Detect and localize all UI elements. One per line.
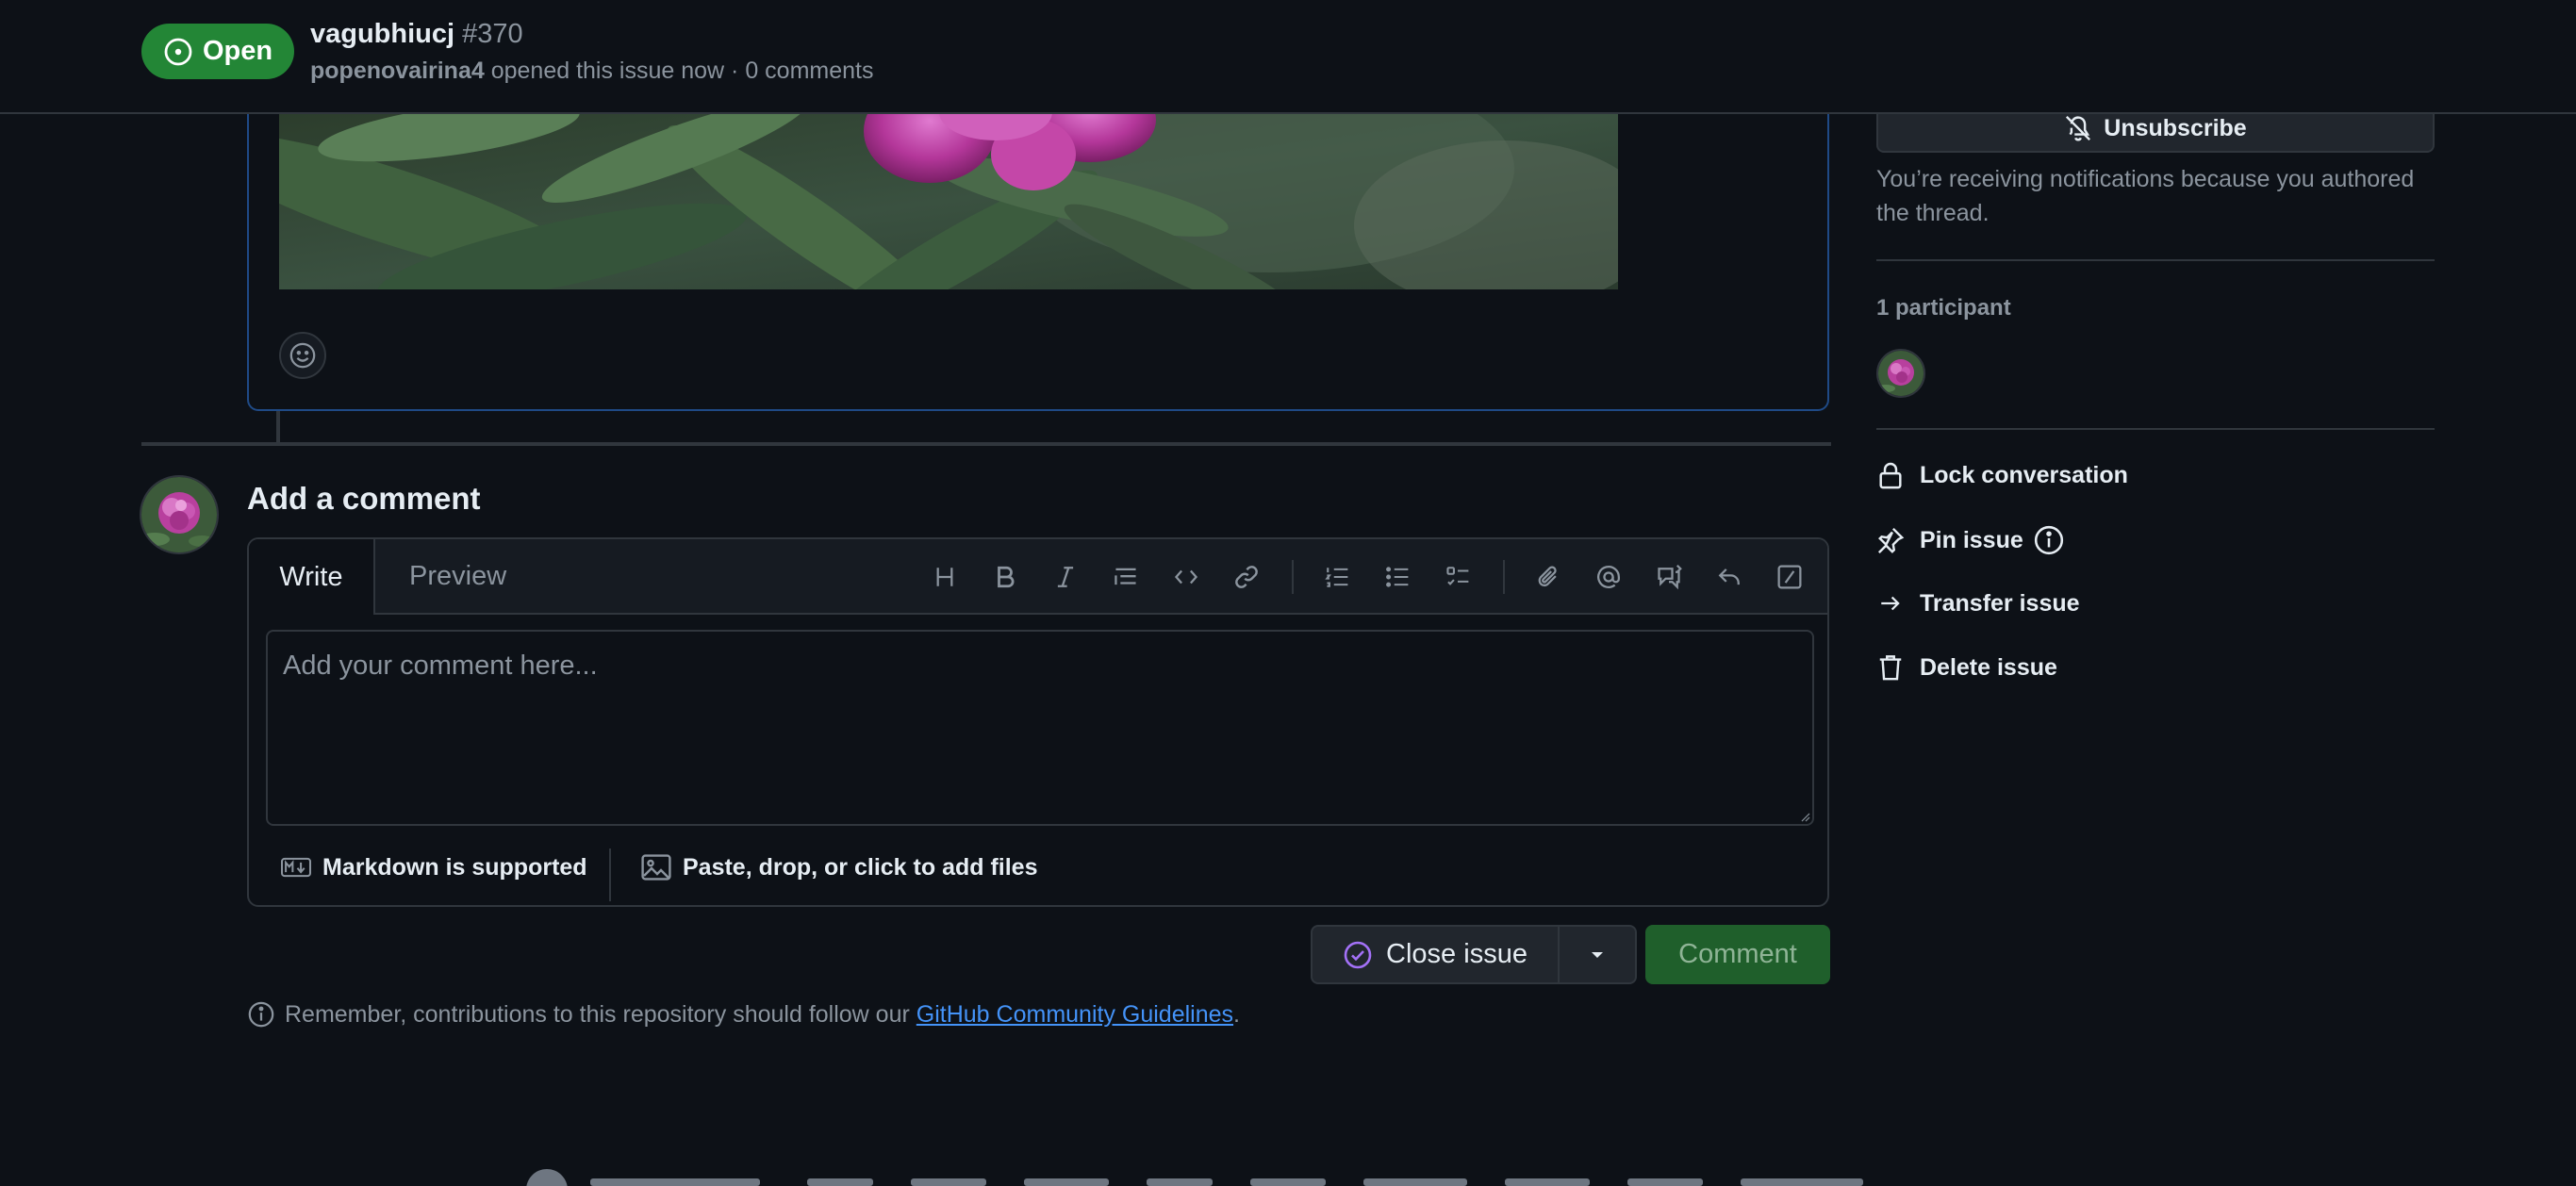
reply-icon[interactable]: [1710, 558, 1748, 596]
participant-avatar[interactable]: [1876, 349, 1925, 398]
comment-button[interactable]: Comment: [1645, 925, 1830, 984]
issue-meta-text: opened this issue now · 0 comments: [490, 58, 874, 84]
markdown-supported-link[interactable]: Markdown is supported: [281, 837, 587, 898]
issue-state-label: Open: [202, 36, 273, 66]
transfer-issue-button[interactable]: Transfer issue: [1876, 589, 2080, 618]
pin-issue-button[interactable]: Pin issue: [1876, 524, 2065, 556]
info-icon: [247, 1000, 275, 1029]
contribution-guidelines-notice: Remember, contributions to this reposito…: [247, 1000, 1240, 1029]
ordered-list-icon[interactable]: [1318, 558, 1356, 596]
page-footer: [524, 1169, 2033, 1186]
code-icon[interactable]: [1167, 558, 1205, 596]
smiley-icon: [289, 341, 317, 370]
notification-reason: You’re receiving notifications because y…: [1876, 166, 2415, 226]
lock-conversation-button[interactable]: Lock conversation: [1876, 461, 2128, 489]
resize-handle[interactable]: [1799, 811, 1810, 822]
toolbar-divider: [1503, 560, 1505, 594]
timeline-line: [276, 411, 280, 443]
issue-title-text[interactable]: vagubhiucj: [310, 19, 454, 49]
issue-number: #370: [462, 19, 523, 49]
close-issue-button[interactable]: Close issue: [1313, 927, 1560, 982]
composer-title: Add a comment: [247, 481, 481, 516]
issue-opened-icon: [163, 37, 193, 67]
guidelines-suffix: .: [1233, 1000, 1240, 1028]
comment-input[interactable]: [266, 630, 1814, 826]
slash-command-icon[interactable]: [1771, 558, 1808, 596]
markdown-label[interactable]: Markdown is supported: [322, 854, 587, 881]
issue-title[interactable]: vagubhiucj #370: [310, 19, 523, 50]
close-issue-button-group: Close issue: [1311, 925, 1637, 984]
add-reaction-button[interactable]: [279, 332, 326, 379]
tab-write[interactable]: Write: [249, 539, 375, 615]
footer-divider: [609, 848, 611, 901]
guidelines-text: Remember, contributions to this reposito…: [285, 1000, 910, 1028]
arrow-right-icon: [1876, 589, 1905, 618]
avatar[interactable]: [140, 475, 219, 554]
composer-tab-bar: Write Preview: [249, 539, 1827, 615]
transfer-issue-label[interactable]: Transfer issue: [1920, 590, 2080, 618]
participants-heading: 1 participant: [1876, 295, 2011, 321]
sidebar-divider: [1876, 259, 2435, 261]
image-icon: [641, 854, 671, 881]
pin-icon: [1876, 526, 1905, 554]
issue-state-badge: Open: [141, 24, 294, 79]
issue-author-link[interactable]: popenovairina4: [310, 58, 485, 84]
attach-icon[interactable]: [1529, 558, 1567, 596]
unordered-list-icon[interactable]: [1379, 558, 1416, 596]
sticky-issue-header: Open vagubhiucj #370 popenovairina4 opene…: [0, 0, 2576, 114]
community-guidelines-link[interactable]: GitHub Community Guidelines: [916, 1001, 1233, 1028]
triangle-down-icon: [1589, 950, 1606, 960]
info-icon[interactable]: [2033, 524, 2065, 556]
trash-icon: [1876, 653, 1905, 682]
bold-icon[interactable]: [986, 558, 1024, 596]
sidebar-divider: [1876, 428, 2435, 430]
italic-icon[interactable]: [1047, 558, 1084, 596]
unsubscribe-label[interactable]: Unsubscribe: [2104, 115, 2246, 142]
add-files-button[interactable]: Paste, drop, or click to add files: [641, 837, 1038, 898]
check-circle-icon: [1343, 940, 1373, 970]
mention-icon[interactable]: [1590, 558, 1627, 596]
heading-icon[interactable]: [926, 558, 964, 596]
cross-reference-icon[interactable]: [1650, 558, 1688, 596]
composer-footer: Markdown is supported Paste, drop, or cl…: [249, 837, 1827, 905]
tab-preview[interactable]: Preview: [409, 539, 506, 613]
quote-icon[interactable]: [1107, 558, 1145, 596]
delete-issue-button[interactable]: Delete issue: [1876, 653, 2057, 682]
task-list-icon[interactable]: [1439, 558, 1477, 596]
delete-issue-label[interactable]: Delete issue: [1920, 654, 2057, 682]
pin-issue-label[interactable]: Pin issue: [1920, 527, 2023, 554]
markdown-icon: [281, 857, 311, 878]
close-options-dropdown[interactable]: [1560, 927, 1635, 982]
issue-body-image: [279, 112, 1618, 289]
close-issue-label[interactable]: Close issue: [1386, 939, 1527, 970]
toolbar-divider: [1292, 560, 1294, 594]
add-files-label[interactable]: Paste, drop, or click to add files: [683, 854, 1038, 881]
bell-slash-icon: [2064, 114, 2092, 142]
lock-icon: [1876, 461, 1905, 489]
comment-composer: Write Preview Add your comment here... M…: [247, 537, 1829, 907]
timeline-break: [141, 442, 1831, 446]
link-icon[interactable]: [1228, 558, 1265, 596]
lock-conversation-label[interactable]: Lock conversation: [1920, 462, 2128, 489]
issue-meta: popenovairina4 opened this issue now · 0…: [310, 58, 873, 85]
